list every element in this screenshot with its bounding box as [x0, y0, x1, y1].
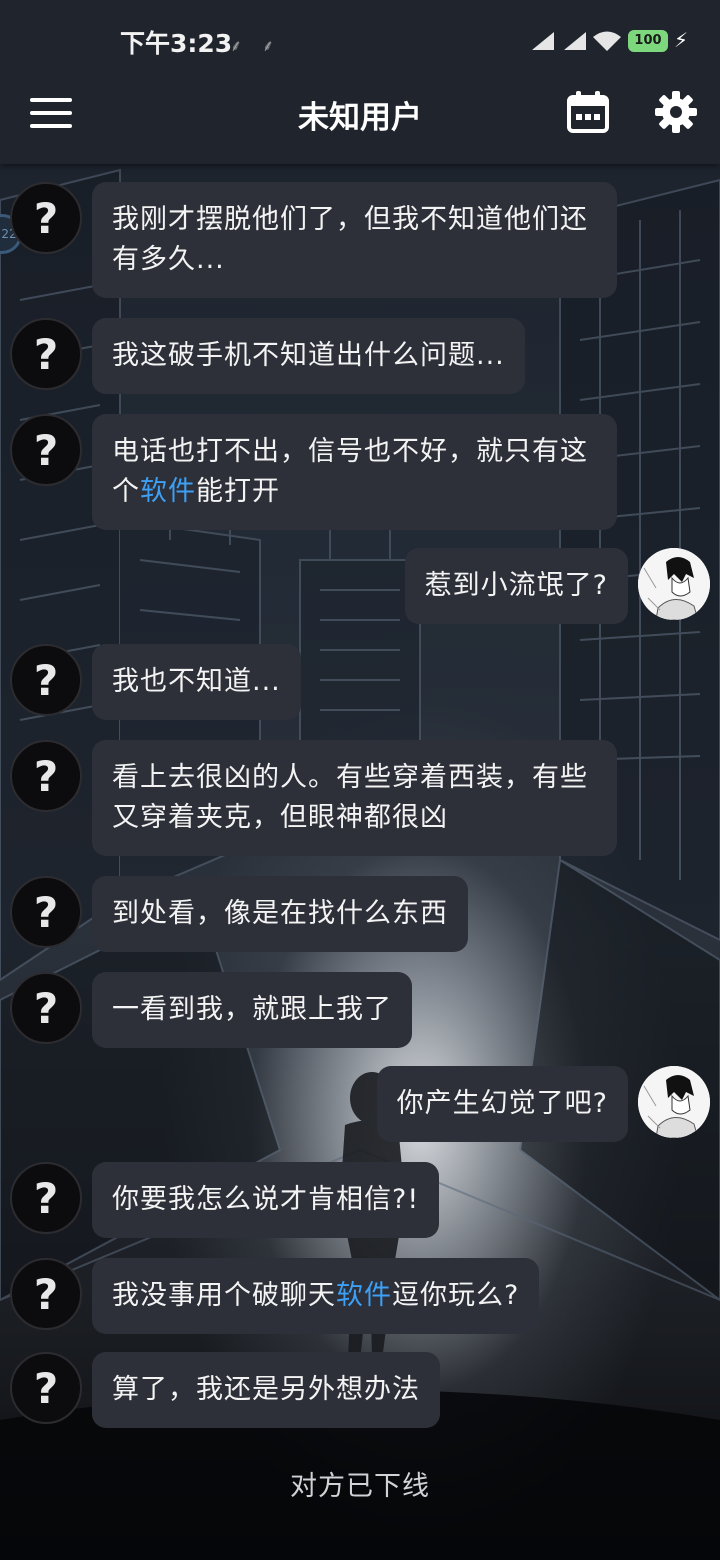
- status-bar: 下午3:23 ⸙ ⸙ 100 ⚡: [0, 0, 720, 80]
- question-avatar-icon[interactable]: ?: [10, 740, 82, 812]
- chat-thread[interactable]: 22 ? 我刚才摆脱他们了，但我不知道他们还有多久...? 我这破手机不知道出什么问…: [0, 164, 720, 1560]
- question-avatar-icon[interactable]: ?: [10, 876, 82, 948]
- message-text: 我没事用个破聊天: [112, 1280, 336, 1311]
- battery-icon: 100: [628, 30, 668, 52]
- message-bubble[interactable]: 你要我怎么说才肯相信?!: [92, 1162, 440, 1238]
- question-avatar-icon[interactable]: ?: [10, 1352, 82, 1424]
- signal-icon: [532, 32, 554, 50]
- message-bubble[interactable]: 我这破手机不知道出什么问题...: [92, 318, 525, 394]
- notification-icon: ⸙: [262, 36, 275, 55]
- status-time: 下午3:23: [120, 29, 233, 58]
- wifi-icon: [593, 31, 621, 51]
- message-text: 逗你玩么?: [392, 1280, 520, 1311]
- question-avatar-icon[interactable]: ?: [10, 182, 82, 254]
- message-bubble[interactable]: 到处看，像是在找什么东西: [92, 876, 468, 952]
- message-text: 我刚才摆脱他们了，但我不知道他们还有多久...: [112, 204, 588, 275]
- user-avatar[interactable]: [638, 1066, 710, 1138]
- message-text: 我也不知道...: [112, 666, 281, 697]
- message-text: 我这破手机不知道出什么问题...: [112, 340, 505, 371]
- offline-notice: 对方已下线: [290, 1471, 430, 1502]
- message-bubble[interactable]: 我没事用个破聊天软件逗你玩么?: [92, 1258, 540, 1334]
- calendar-icon[interactable]: [566, 90, 610, 134]
- message-bubble[interactable]: 算了，我还是另外想办法: [92, 1352, 440, 1428]
- gear-icon[interactable]: [654, 90, 698, 134]
- charging-icon: ⚡: [674, 28, 689, 52]
- question-avatar-icon[interactable]: ?: [10, 644, 82, 716]
- question-avatar-icon[interactable]: ?: [10, 1162, 82, 1234]
- message-link[interactable]: 软件: [140, 476, 196, 507]
- message-bubble[interactable]: 我刚才摆脱他们了，但我不知道他们还有多久...: [92, 182, 617, 298]
- message-link[interactable]: 软件: [336, 1280, 392, 1311]
- message-text: 你产生幻觉了吧?: [396, 1088, 608, 1119]
- question-avatar-icon[interactable]: ?: [10, 318, 82, 390]
- message-bubble[interactable]: 惹到小流氓了?: [404, 548, 628, 624]
- message-text: 你要我怎么说才肯相信?!: [112, 1184, 420, 1215]
- question-avatar-icon[interactable]: ?: [10, 972, 82, 1044]
- question-avatar-icon[interactable]: ?: [10, 1258, 82, 1330]
- message-text: 到处看，像是在找什么东西: [112, 898, 448, 929]
- message-text: 惹到小流氓了?: [424, 570, 608, 601]
- app-header: 未知用户: [0, 80, 720, 164]
- message-text: 看上去很凶的人。有些穿着西装，有些又穿着夹克，但眼神都很凶: [112, 762, 588, 833]
- message-bubble[interactable]: 电话也打不出，信号也不好，就只有这个软件能打开: [92, 414, 617, 530]
- message-bubble[interactable]: 一看到我，就跟上我了: [92, 972, 412, 1048]
- message-text: 一看到我，就跟上我了: [112, 994, 392, 1025]
- message-bubble[interactable]: 看上去很凶的人。有些穿着西装，有些又穿着夹克，但眼神都很凶: [92, 740, 617, 856]
- page-title: 未知用户: [298, 100, 422, 136]
- notification-icon: ⸙: [230, 36, 243, 55]
- top-bar: 下午3:23 ⸙ ⸙ 100 ⚡ 未知用户: [0, 0, 720, 164]
- message-bubble[interactable]: 你产生幻觉了吧?: [376, 1066, 628, 1142]
- message-bubble[interactable]: 我也不知道...: [92, 644, 301, 720]
- signal-icon: [564, 32, 586, 50]
- message-text: 能打开: [196, 476, 280, 507]
- question-avatar-icon[interactable]: ?: [10, 414, 82, 486]
- user-avatar[interactable]: [638, 548, 710, 620]
- message-text: 算了，我还是另外想办法: [112, 1374, 420, 1405]
